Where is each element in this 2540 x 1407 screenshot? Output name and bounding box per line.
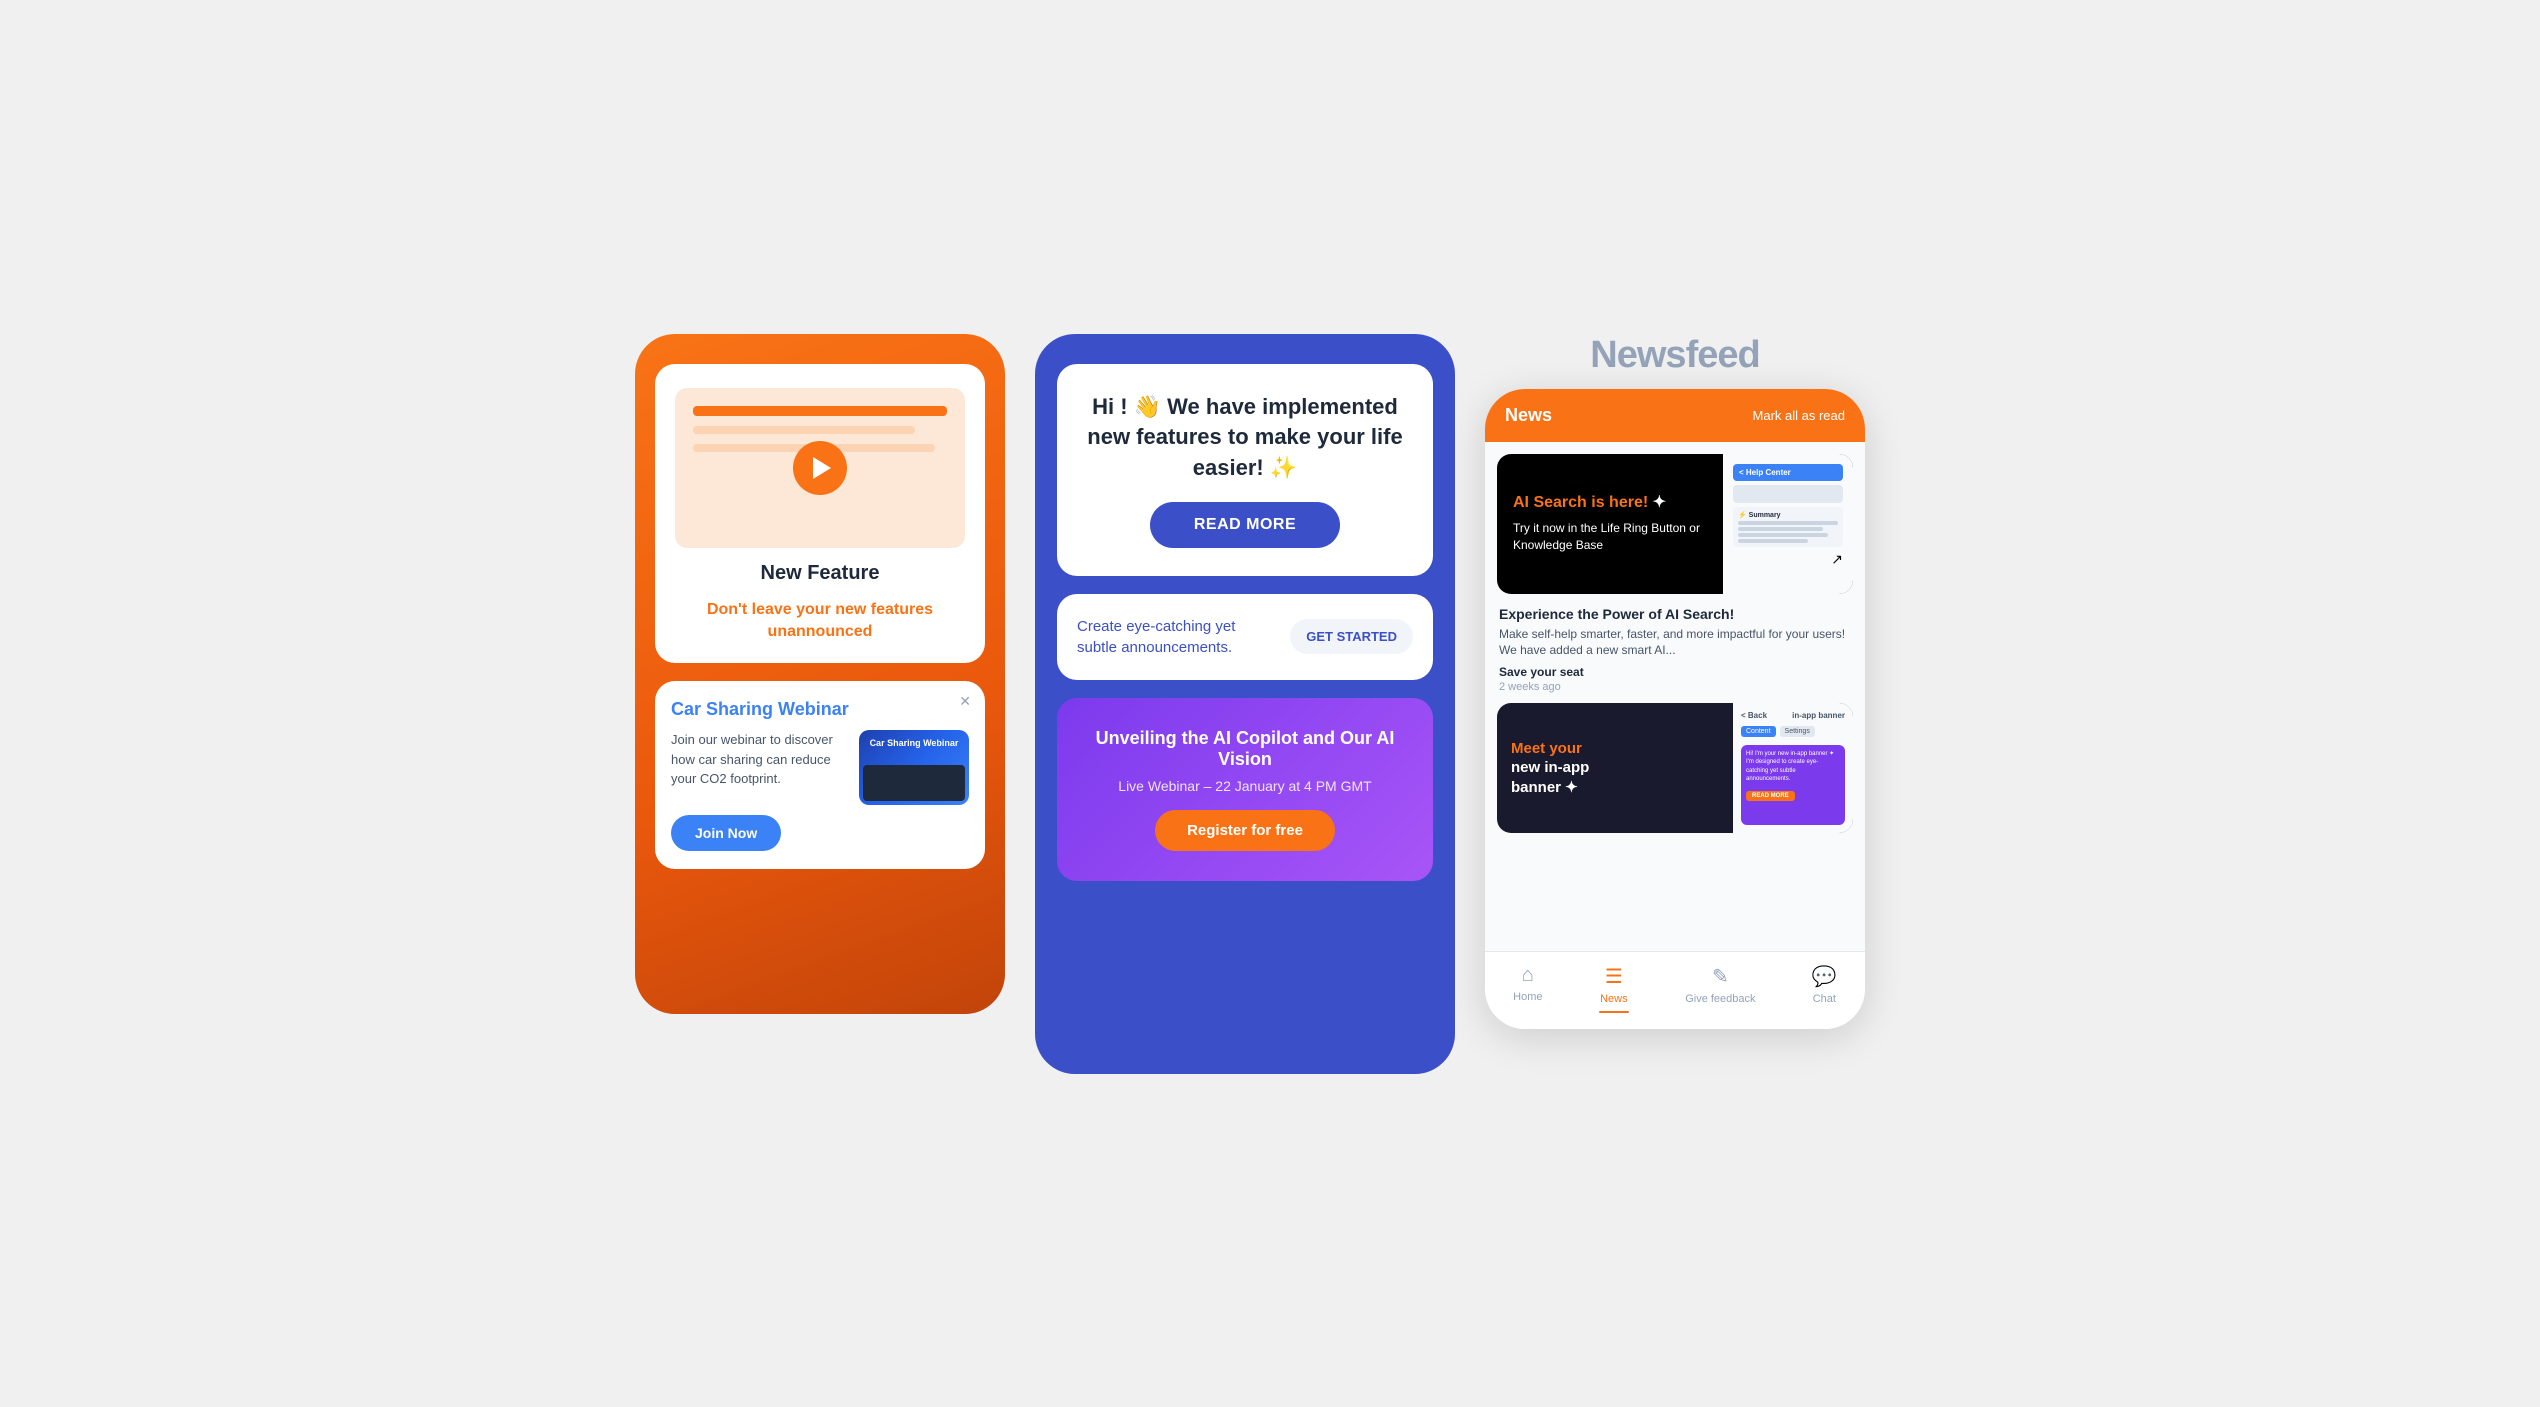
- news-header: News Mark all as read: [1485, 389, 1865, 442]
- webinar-image: Car Sharing Webinar: [859, 730, 969, 805]
- in-app-banner-card: Meet your new in-app banner ✦ < Back in-…: [1497, 703, 1853, 833]
- close-icon[interactable]: ✕: [959, 693, 971, 710]
- nav-feedback[interactable]: ✎ Give feedback: [1685, 964, 1755, 1013]
- ai-search-news-card: AI Search is here! ✦ Try it now in the L…: [1497, 454, 1853, 594]
- news-icon: ☰: [1605, 964, 1623, 989]
- news-card2-left: Meet your new in-app banner ✦: [1497, 703, 1733, 833]
- news-card-right: < Help Center ⚡ Summary: [1723, 454, 1853, 594]
- register-button[interactable]: Register for free: [1155, 810, 1335, 851]
- webinar-card: ✕ Car Sharing Webinar Join our webinar t…: [655, 681, 985, 869]
- newsfeed-title: Newsfeed: [1590, 334, 1759, 377]
- phone-3-wrapper: Newsfeed News Mark all as read AI Search…: [1485, 334, 1865, 1029]
- in-app-readmore: READ MORE: [1746, 791, 1795, 801]
- news-card2-right: < Back in-app banner Content Settings Hi…: [1733, 703, 1853, 833]
- get-started-button[interactable]: GET STARTED: [1290, 619, 1413, 654]
- ai-search-subtitle: Try it now in the Life Ring Button or Kn…: [1513, 520, 1707, 554]
- video-bar-mid: [693, 426, 915, 434]
- content-tab[interactable]: Content: [1741, 726, 1776, 737]
- ai-save-seat: Save your seat: [1499, 665, 1851, 679]
- announcement-card: Hi ! 👋 We have implemented new features …: [1057, 364, 1433, 576]
- phone-frame-1: New Feature Don't leave your new feature…: [635, 334, 1005, 1014]
- ai-sparkle: ✦: [1653, 494, 1666, 511]
- video-bar-top: [693, 406, 947, 416]
- help-line-2: [1738, 527, 1823, 531]
- feature-title: New Feature: [761, 562, 880, 585]
- join-now-button[interactable]: Join Now: [671, 815, 781, 851]
- in-app-preview: Hi! I'm your new in-app banner ✦ I'm des…: [1741, 745, 1845, 825]
- ai-desc-title: Experience the Power of AI Search!: [1499, 606, 1851, 622]
- nav-active-indicator: [1599, 1011, 1629, 1013]
- video-thumbnail: [675, 388, 965, 548]
- nav-home[interactable]: ⌂ Home: [1513, 964, 1542, 1013]
- news-header-title: News: [1505, 405, 1552, 426]
- meet-label: Meet your: [1511, 740, 1582, 757]
- help-summary-lines: [1738, 521, 1838, 543]
- webinar-laptop-icon: [863, 765, 965, 801]
- in-app-banner-label: in-app banner: [1792, 711, 1845, 720]
- subtle-text: Create eye-catching yet subtle announcem…: [1077, 616, 1274, 658]
- webinar-title: Car Sharing Webinar: [671, 699, 969, 720]
- settings-tab[interactable]: Settings: [1780, 726, 1815, 737]
- feature-subtitle: Don't leave your new features unannounce…: [675, 599, 965, 644]
- nav-chat[interactable]: 💬 Chat: [1812, 964, 1837, 1013]
- help-summary: ⚡ Summary: [1733, 507, 1843, 547]
- in-app-tabs: Content Settings: [1741, 726, 1845, 737]
- cursor-icon: ↗: [1831, 551, 1843, 568]
- news-description: Experience the Power of AI Search! Make …: [1485, 606, 1865, 694]
- news-card-inner: AI Search is here! ✦ Try it now in the L…: [1497, 454, 1853, 594]
- webinar-img-title: Car Sharing Webinar: [865, 738, 963, 748]
- feature-card: New Feature Don't leave your new feature…: [655, 364, 985, 664]
- webinar-body: Join our webinar to discover how car sha…: [671, 730, 969, 805]
- help-center-label: < Help Center: [1739, 468, 1791, 477]
- chat-icon: 💬: [1812, 964, 1837, 989]
- webinar2-title: Unveiling the AI Copilot and Our AI Visi…: [1081, 728, 1409, 770]
- webinar-text: Join our webinar to discover how car sha…: [671, 730, 847, 789]
- chat-label: Chat: [1813, 993, 1836, 1005]
- help-summary-title: ⚡ Summary: [1738, 511, 1838, 519]
- ai-time: 2 weeks ago: [1499, 681, 1851, 693]
- help-line-1: [1738, 521, 1838, 525]
- in-app-preview-text: Hi! I'm your new in-app banner ✦ I'm des…: [1746, 750, 1840, 784]
- main-container: New Feature Don't leave your new feature…: [635, 334, 1905, 1074]
- subtle-card: Create eye-catching yet subtle announcem…: [1057, 594, 1433, 680]
- bottom-navigation: ⌂ Home ☰ News ✎ Give feedback 💬 Chat: [1485, 951, 1865, 1029]
- meet-banner-text: Meet your new in-app banner ✦: [1511, 739, 1719, 798]
- webinar2-subtitle: Live Webinar – 22 January at 4 PM GMT: [1118, 778, 1371, 794]
- news-label: News: [1600, 993, 1628, 1005]
- ai-desc-text: Make self-help smarter, faster, and more…: [1499, 626, 1851, 660]
- news-body: AI Search is here! ✦ Try it now in the L…: [1485, 442, 1865, 951]
- phone-frame-2: Hi ! 👋 We have implemented new features …: [1035, 334, 1455, 1074]
- news-card-left: AI Search is here! ✦ Try it now in the L…: [1497, 454, 1723, 594]
- announcement-text: Hi ! 👋 We have implemented new features …: [1081, 392, 1409, 484]
- in-app-header: < Back in-app banner: [1741, 711, 1845, 720]
- phone-frame-3: News Mark all as read AI Search is here!…: [1485, 389, 1865, 1029]
- mark-all-read-button[interactable]: Mark all as read: [1753, 408, 1845, 423]
- help-search-bar: [1733, 485, 1843, 503]
- play-icon: [813, 457, 831, 479]
- read-more-button[interactable]: READ MORE: [1150, 502, 1340, 548]
- home-label: Home: [1513, 991, 1542, 1003]
- feedback-icon: ✎: [1712, 964, 1729, 989]
- play-button[interactable]: [793, 441, 847, 495]
- home-icon: ⌂: [1522, 964, 1534, 987]
- nav-news[interactable]: ☰ News: [1599, 964, 1629, 1013]
- back-label: < Back: [1741, 711, 1767, 720]
- webinar-banner-card: Unveiling the AI Copilot and Our AI Visi…: [1057, 698, 1433, 881]
- new-inapp-label: new in-app: [1511, 759, 1589, 776]
- help-line-3: [1738, 533, 1828, 537]
- banner-label: banner ✦: [1511, 779, 1578, 796]
- help-line-4: [1738, 539, 1808, 543]
- feedback-label: Give feedback: [1685, 993, 1755, 1005]
- ai-search-title: AI Search is here! ✦: [1513, 493, 1707, 514]
- help-center-bar: < Help Center: [1733, 464, 1843, 481]
